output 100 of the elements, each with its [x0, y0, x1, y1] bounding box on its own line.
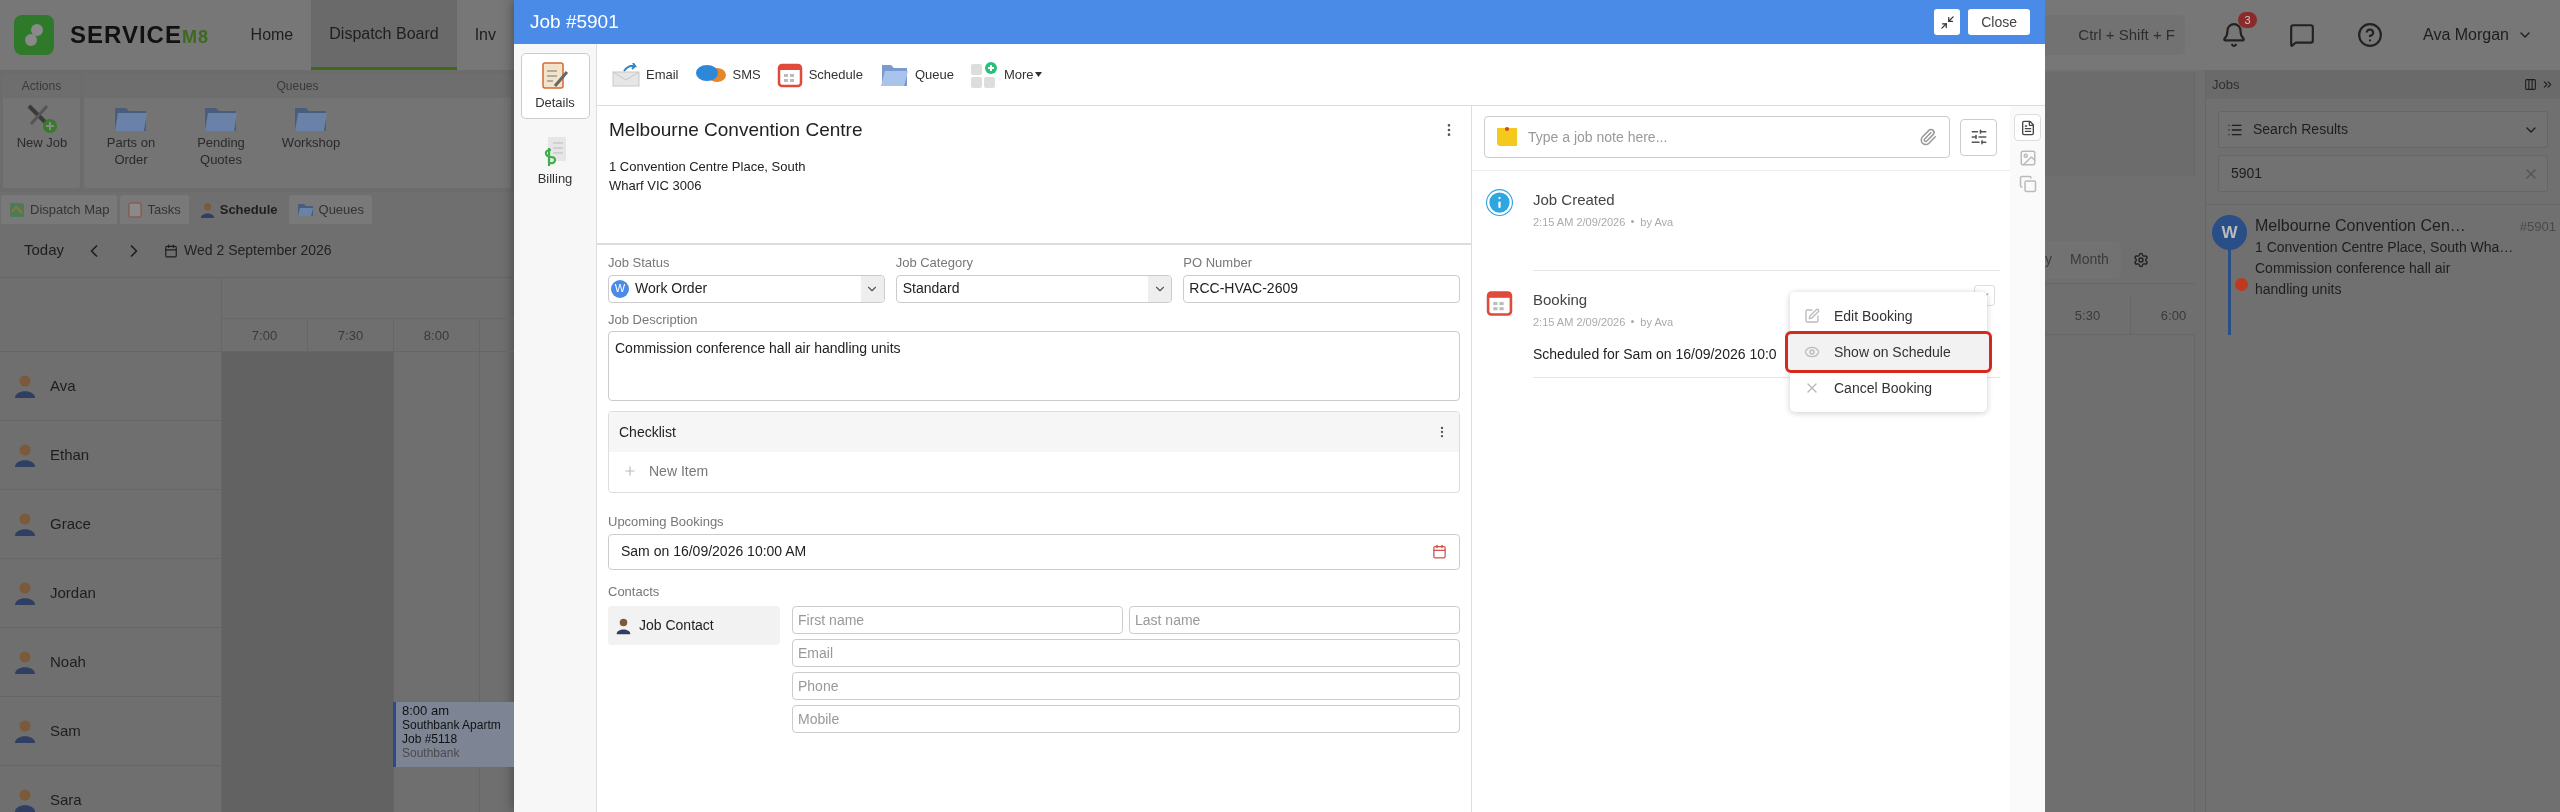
tools-add-icon	[25, 102, 59, 134]
side-tab[interactable]: Billing	[520, 129, 590, 195]
status-badge: W	[611, 279, 629, 298]
input-field[interactable]: Mobile	[792, 705, 1460, 733]
booking-card[interactable]: 8:00 am Southbank Apartm Job #5118 Southbank	[393, 702, 514, 767]
view-button[interactable]: Month	[2070, 249, 2109, 270]
toolbar-button[interactable]: More	[969, 60, 1042, 89]
sticky-note-icon	[1495, 126, 1518, 148]
booking-title: Southbank Apartm	[402, 718, 501, 732]
toolbar-button[interactable]: SMS	[694, 63, 761, 86]
person-icon	[616, 616, 631, 635]
input-field[interactable]: Email	[792, 639, 1460, 667]
select-field[interactable]: W Work Order	[608, 274, 885, 303]
notes-view-button[interactable]	[2014, 114, 2041, 141]
calendar-icon	[776, 61, 803, 88]
caret-icon	[1034, 72, 1042, 77]
timeline-title: Job Created	[1533, 190, 1615, 210]
staff-name: Ava	[50, 375, 76, 396]
nav-tab[interactable]: Home	[232, 0, 312, 70]
field-label: Job Status	[608, 254, 670, 272]
description-field[interactable]: Commission conference hall air handling units	[608, 331, 1460, 401]
ribbon-button[interactable]: Workshop	[268, 102, 354, 168]
menu-item[interactable]: Cancel Booking	[1790, 370, 1987, 406]
input-field[interactable]: RCC-HVAC-2609	[1183, 274, 1460, 303]
address-line: Wharf VIC 3006	[609, 176, 702, 195]
apps-add-icon	[969, 60, 998, 89]
view-button[interactable]: y	[2045, 249, 2052, 270]
field-label: Job Description	[608, 310, 698, 329]
job-search-field[interactable]: 5901	[2218, 155, 2548, 192]
toolbar-button[interactable]: Schedule	[776, 61, 863, 88]
settings-icon[interactable]	[2132, 251, 2149, 268]
view-tab[interactable]: Tasks	[120, 195, 189, 224]
new-item-button[interactable]: New Item	[609, 452, 709, 490]
sliders-icon	[1969, 128, 1988, 146]
timeline-author: by Ava	[1640, 214, 1674, 230]
input-field[interactable]: Phone	[792, 672, 1460, 700]
contact-tab[interactable]: Job Contact	[608, 606, 780, 645]
calendar-icon	[164, 243, 179, 258]
filter-dropdown[interactable]: Search Results	[2218, 111, 2548, 148]
booking-field[interactable]: Sam on 16/09/2026 10:00 AM	[608, 533, 1460, 570]
info-icon	[1486, 189, 1513, 216]
staff-name: Grace	[50, 513, 91, 534]
select-field[interactable]: Standard	[895, 274, 1173, 303]
note-field[interactable]: Type a job note here...	[1484, 116, 1950, 158]
staff-name: Noah	[50, 651, 86, 672]
user-menu[interactable]: Ava Morgan	[2423, 23, 2533, 47]
ribbon-button[interactable]: Pending Quotes	[178, 102, 264, 168]
document-icon	[2019, 119, 2036, 136]
timeline-author: by Ava	[1640, 314, 1674, 330]
view-tab[interactable]: Queues	[288, 195, 373, 224]
toolbar-button[interactable]: Email	[612, 62, 679, 87]
edit-icon	[1804, 308, 1820, 324]
help-icon[interactable]	[2357, 22, 2383, 48]
bell-icon[interactable]	[2221, 22, 2247, 48]
nav-tab[interactable]: Dispatch Board	[311, 0, 457, 70]
person-icon	[199, 201, 215, 218]
ribbon-button[interactable]: Parts on Order	[88, 102, 174, 168]
invoice-icon	[542, 135, 568, 166]
today-button[interactable]: Today	[24, 239, 65, 262]
chat-icon[interactable]	[2289, 22, 2315, 48]
toolbar-button[interactable]: Queue	[878, 61, 954, 88]
envelope-icon	[612, 62, 640, 87]
expand-icon[interactable]	[2541, 78, 2554, 91]
nav-tab[interactable]: Inv	[456, 0, 514, 70]
job-title: Melbourne Convention Cen…	[2255, 216, 2466, 236]
booking-time: 8:00 am	[402, 704, 450, 718]
panel-title: Jobs	[2212, 75, 2240, 94]
input-field[interactable]: Last name	[1129, 606, 1460, 634]
folder-icon	[296, 202, 314, 217]
calendar-icon[interactable]	[1432, 544, 1447, 559]
staff-name: Sam	[50, 720, 81, 741]
menu-item[interactable]: Show on Schedule	[1788, 334, 1989, 370]
menu-item[interactable]: Edit Booking	[1790, 298, 1987, 334]
filter-button[interactable]	[1960, 118, 1997, 156]
dialog-title: Job #5901	[530, 9, 620, 34]
person-icon	[14, 788, 36, 812]
minimize-icon	[1939, 14, 1955, 30]
eye-icon	[1804, 344, 1820, 360]
search-field[interactable]: Ctrl + Shift + F	[2045, 15, 2185, 55]
close-button[interactable]: Close	[1968, 9, 2030, 35]
field-label: Upcoming Bookings	[608, 513, 724, 531]
person-icon	[14, 581, 36, 605]
side-tab[interactable]: Details	[520, 53, 590, 119]
field-label: Contacts	[608, 582, 660, 601]
staff-name: Jordan	[50, 582, 96, 603]
person-icon	[14, 650, 36, 674]
checklist-title: Checklist	[619, 422, 676, 442]
person-icon	[14, 512, 36, 536]
columns-icon[interactable]	[2524, 78, 2537, 91]
paperclip-icon[interactable]	[1919, 128, 1937, 146]
input-field[interactable]: First name	[792, 606, 1123, 634]
person-icon	[14, 443, 36, 467]
booking-suburb: Southbank	[402, 746, 460, 760]
ribbon-button[interactable]: New Job	[7, 102, 77, 151]
person-icon	[14, 719, 36, 743]
staff-name: Sara	[50, 789, 82, 810]
job-description: Commission conference hall air handling units	[2255, 259, 2452, 299]
minimize-button[interactable]	[1934, 9, 1961, 35]
timeline-time: 2:15 AM 2/09/2026	[1533, 314, 1626, 330]
view-tab[interactable]: Dispatch Map	[1, 195, 118, 224]
